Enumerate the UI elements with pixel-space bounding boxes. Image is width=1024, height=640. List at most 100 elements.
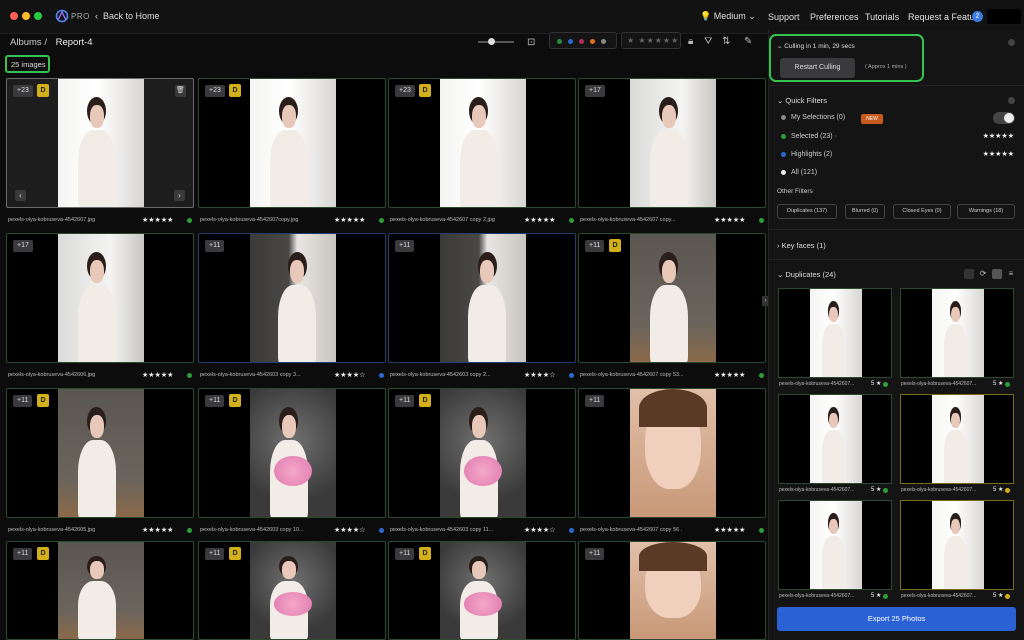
minimize-window-button[interactable] bbox=[22, 12, 30, 20]
color-label-dot[interactable] bbox=[569, 373, 574, 378]
photo-card[interactable]: +23 D bbox=[198, 78, 386, 208]
eyedropper-icon[interactable]: ✎ bbox=[744, 36, 752, 47]
menu-support[interactable]: Support bbox=[768, 12, 800, 22]
color-green-dot[interactable] bbox=[557, 39, 562, 44]
photo-card[interactable]: +11 bbox=[388, 233, 576, 363]
color-label-dot[interactable] bbox=[187, 373, 192, 378]
export-button[interactable]: Export 25 Photos bbox=[777, 607, 1016, 631]
maximize-window-button[interactable] bbox=[34, 12, 42, 20]
color-label-dot[interactable] bbox=[759, 528, 764, 533]
duplicate-card[interactable] bbox=[900, 288, 1014, 378]
menu-preferences[interactable]: Preferences bbox=[810, 12, 859, 22]
color-label-dot[interactable] bbox=[379, 373, 384, 378]
close-window-button[interactable] bbox=[10, 12, 18, 20]
star-rating[interactable]: ★★★★★ bbox=[524, 216, 555, 224]
duplicates-title[interactable]: ⌄ Duplicates (24) bbox=[777, 270, 836, 279]
slider-knob[interactable] bbox=[488, 38, 495, 45]
quick-filter-item[interactable]: All (121) bbox=[781, 169, 817, 176]
view-single-icon[interactable] bbox=[964, 269, 974, 279]
color-label-dot[interactable] bbox=[759, 218, 764, 223]
star-rating-filter[interactable]: ★ ★★★★★ bbox=[621, 32, 681, 49]
next-arrow-icon[interactable]: › bbox=[174, 190, 185, 201]
duplicate-card[interactable] bbox=[778, 394, 892, 484]
trash-icon[interactable]: 🗑︎ bbox=[175, 85, 186, 97]
back-to-home-link[interactable]: ‹ Back to Home bbox=[95, 11, 160, 21]
photo-card[interactable]: +11 bbox=[198, 233, 386, 363]
star-rating[interactable]: ★★★★★ bbox=[714, 216, 745, 224]
photo-card[interactable]: +23 D ‹ › 🗑︎ bbox=[6, 78, 194, 208]
other-filter-button[interactable]: Warnings (18) bbox=[957, 204, 1015, 219]
key-faces-section[interactable]: › Key faces (1) bbox=[769, 230, 1024, 260]
breadcrumb-albums[interactable]: Albums / bbox=[10, 37, 47, 48]
refresh-icon[interactable]: ⟳ bbox=[978, 269, 988, 279]
photo-card[interactable]: +23 D bbox=[388, 78, 576, 208]
star-rating[interactable]: ★★★★☆ bbox=[334, 371, 365, 379]
photo-card[interactable]: +11 D bbox=[6, 388, 194, 518]
thumbnail-size-slider[interactable] bbox=[478, 38, 514, 45]
color-label-dot[interactable] bbox=[883, 488, 888, 493]
photo-card[interactable]: +11 D bbox=[6, 541, 194, 640]
duplicate-card[interactable] bbox=[900, 394, 1014, 484]
color-orange-dot[interactable] bbox=[590, 39, 595, 44]
photo-card[interactable]: +17 bbox=[578, 78, 766, 208]
my-selections-toggle[interactable] bbox=[993, 112, 1015, 124]
color-label-dot[interactable] bbox=[569, 528, 574, 533]
view-list-icon[interactable]: ≡ bbox=[1006, 269, 1016, 279]
color-label-dot[interactable] bbox=[759, 373, 764, 378]
color-label-dot[interactable] bbox=[1005, 488, 1010, 493]
sort-icon[interactable]: ⇅ bbox=[722, 36, 730, 47]
quick-filters-title[interactable]: ⌄ Quick Filters bbox=[777, 96, 827, 105]
key-faces-title[interactable]: › Key faces (1) bbox=[777, 241, 826, 250]
color-gray-dot[interactable] bbox=[601, 39, 606, 44]
duplicate-card[interactable] bbox=[778, 288, 892, 378]
color-label-dot[interactable] bbox=[187, 218, 192, 223]
filter-icon[interactable]: ⛛ bbox=[704, 36, 712, 47]
close-quick-filters-button[interactable] bbox=[1008, 97, 1015, 104]
duplicate-card[interactable] bbox=[900, 500, 1014, 590]
color-label-filter[interactable] bbox=[549, 32, 617, 49]
photo-card[interactable]: +11 bbox=[578, 388, 766, 518]
star-rating[interactable]: ★★★★☆ bbox=[334, 526, 365, 534]
star-rating[interactable]: ★★★★☆ bbox=[524, 526, 555, 534]
quality-dropdown[interactable]: 💡 Medium ⌄ bbox=[700, 11, 756, 22]
photo-card[interactable]: +17 bbox=[6, 233, 194, 363]
other-filter-button[interactable]: Blurred (0) bbox=[845, 204, 885, 219]
menu-tutorials[interactable]: Tutorials bbox=[865, 12, 899, 22]
photo-card[interactable]: +11 D bbox=[388, 541, 576, 640]
star-rating[interactable]: ★★★★★ bbox=[714, 371, 745, 379]
star-rating[interactable]: ★★★★★ bbox=[142, 526, 173, 534]
photo-card[interactable]: +11 D bbox=[578, 233, 766, 363]
color-blue-dot[interactable] bbox=[568, 39, 573, 44]
photo-card[interactable]: +11 D bbox=[198, 388, 386, 518]
collapse-culling-button[interactable] bbox=[1008, 39, 1015, 46]
other-filter-button[interactable]: Duplicates (137) bbox=[777, 204, 837, 219]
quick-filter-item[interactable]: Highlights (2) bbox=[781, 151, 832, 158]
color-label-dot[interactable] bbox=[569, 218, 574, 223]
view-grid-icon[interactable] bbox=[992, 269, 1002, 279]
color-label-dot[interactable] bbox=[379, 218, 384, 223]
quick-filter-item[interactable]: Selected (23) · bbox=[781, 133, 837, 140]
star-rating[interactable]: ★★★★☆ bbox=[524, 371, 555, 379]
duplicate-card[interactable] bbox=[778, 500, 892, 590]
user-avatar[interactable]: 2 bbox=[972, 11, 983, 22]
lock-icon[interactable]: 🔒︎ bbox=[688, 36, 693, 47]
color-label-dot[interactable] bbox=[379, 528, 384, 533]
color-label-dot[interactable] bbox=[1005, 382, 1010, 387]
star-rating[interactable]: ★★★★★ bbox=[142, 371, 173, 379]
photo-card[interactable]: +11 bbox=[578, 541, 766, 640]
star-rating[interactable]: ★★★★★ bbox=[714, 526, 745, 534]
color-label-dot[interactable] bbox=[883, 382, 888, 387]
color-label-dot[interactable] bbox=[1005, 594, 1010, 599]
color-label-dot[interactable] bbox=[187, 528, 192, 533]
star-rating[interactable]: ★★★★★ bbox=[142, 216, 173, 224]
prev-arrow-icon[interactable]: ‹ bbox=[15, 190, 26, 201]
other-filter-button[interactable]: Closed Eyes (0) bbox=[893, 204, 951, 219]
color-purple-dot[interactable] bbox=[579, 39, 584, 44]
quick-filter-item[interactable]: My Selections (0) bbox=[781, 114, 845, 121]
restart-culling-button[interactable]: Restart Culling bbox=[780, 58, 855, 78]
photo-card[interactable]: +11 D bbox=[388, 388, 576, 518]
photo-card[interactable]: +11 D bbox=[198, 541, 386, 640]
star-rating[interactable]: ★★★★★ bbox=[334, 216, 365, 224]
fit-view-icon[interactable]: ⊡ bbox=[527, 37, 535, 48]
color-label-dot[interactable] bbox=[883, 594, 888, 599]
